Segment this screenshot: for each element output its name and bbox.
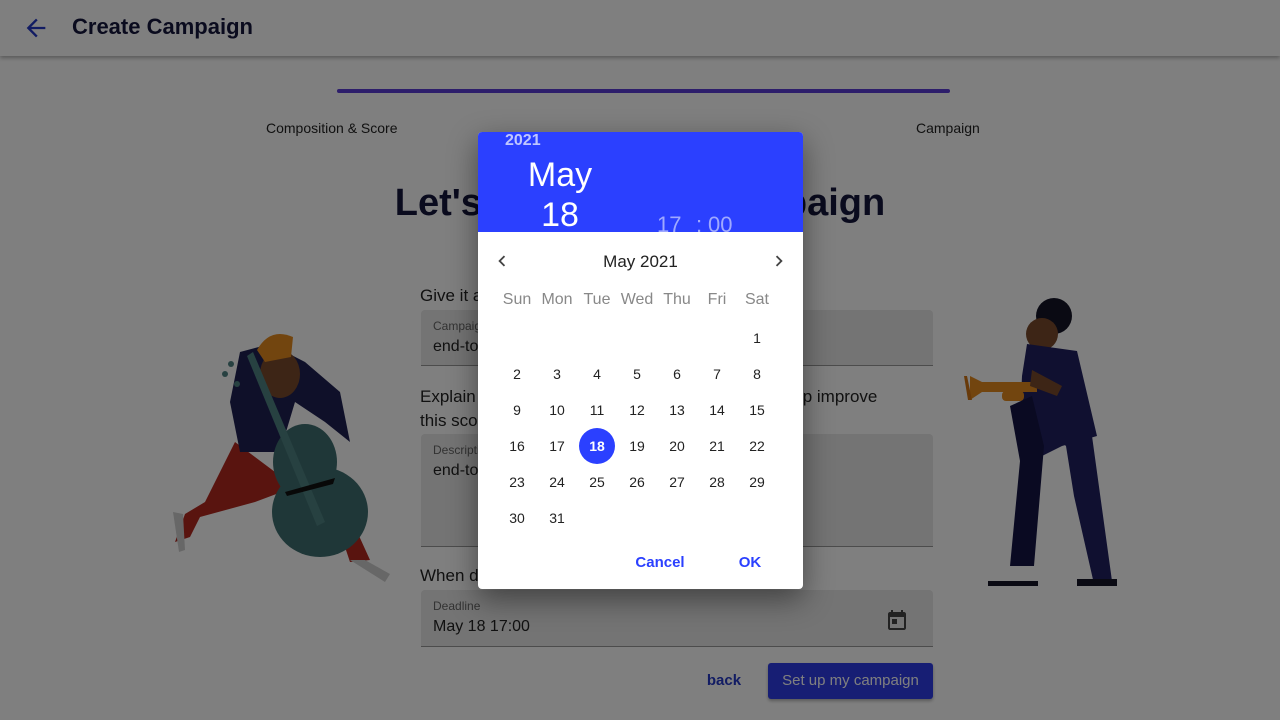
calendar-day[interactable]: 30 — [499, 500, 535, 536]
date-picker-header: 2021 May 18 17 : 00 — [478, 132, 803, 232]
calendar-day[interactable]: 23 — [499, 464, 535, 500]
calendar-day[interactable]: 27 — [659, 464, 695, 500]
calendar-day[interactable]: 2 — [499, 356, 535, 392]
calendar-day[interactable]: 13 — [659, 392, 695, 428]
calendar-day[interactable]: 16 — [499, 428, 535, 464]
weekday-label: Mon — [541, 291, 573, 308]
calendar-month-label: May 2021 — [603, 252, 678, 271]
header-day: 18 — [541, 196, 579, 232]
calendar-day[interactable]: 22 — [739, 428, 775, 464]
calendar-day[interactable]: 28 — [699, 464, 735, 500]
calendar-day[interactable]: 25 — [579, 464, 615, 500]
calendar-day[interactable]: 3 — [539, 356, 575, 392]
header-month: May — [527, 156, 593, 194]
weekday-label: Sat — [744, 291, 769, 308]
calendar-day[interactable]: 20 — [659, 428, 695, 464]
calendar-day[interactable]: 29 — [739, 464, 775, 500]
header-minute[interactable]: 00 — [708, 212, 732, 232]
calendar-day[interactable]: 6 — [659, 356, 695, 392]
calendar-day[interactable]: 5 — [619, 356, 655, 392]
calendar-day[interactable]: 17 — [539, 428, 575, 464]
calendar-day[interactable]: 10 — [539, 392, 575, 428]
calendar-day[interactable]: 31 — [539, 500, 575, 536]
calendar-header: May 2021 — [478, 246, 803, 276]
weekday-row: Sun Mon Tue Wed Thu Fri Sat — [499, 291, 799, 311]
chevron-right-icon[interactable] — [768, 250, 790, 272]
date-picker-dialog: 2021 May 18 17 : 00 May 2021 Sun Mon Tue We… — [478, 132, 803, 589]
header-time-separator: : — [696, 212, 703, 232]
calendar-day[interactable]: 19 — [619, 428, 655, 464]
calendar-day[interactable]: 4 — [579, 356, 615, 392]
weekday-label: Wed — [620, 291, 654, 308]
calendar-day[interactable]: 26 — [619, 464, 655, 500]
calendar-day-selected[interactable]: 18 — [579, 428, 615, 464]
calendar-day[interactable]: 8 — [739, 356, 775, 392]
weekday-label: Thu — [663, 291, 691, 308]
calendar-day[interactable]: 7 — [699, 356, 735, 392]
calendar-day[interactable]: 12 — [619, 392, 655, 428]
calendar-day[interactable]: 24 — [539, 464, 575, 500]
ok-button[interactable]: OK — [730, 548, 770, 578]
calendar-day[interactable]: 21 — [699, 428, 735, 464]
calendar-day[interactable]: 14 — [699, 392, 735, 428]
header-year[interactable]: 2021 — [505, 132, 541, 150]
calendar-grid: 1 2 3 4 5 6 7 8 9 10 11 12 13 14 15 16 17 18 19 20 21 22 23 24 2… — [499, 320, 799, 536]
weekday-label: Fri — [707, 291, 727, 308]
cancel-button[interactable]: Cancel — [628, 548, 692, 578]
weekday-label: Tue — [583, 291, 611, 308]
calendar-day[interactable]: 11 — [579, 392, 615, 428]
calendar-day[interactable]: 9 — [499, 392, 535, 428]
calendar-day[interactable]: 1 — [739, 320, 775, 356]
calendar-day[interactable]: 15 — [739, 392, 775, 428]
weekday-label: Sun — [502, 291, 532, 308]
header-hour[interactable]: 17 — [657, 212, 681, 232]
